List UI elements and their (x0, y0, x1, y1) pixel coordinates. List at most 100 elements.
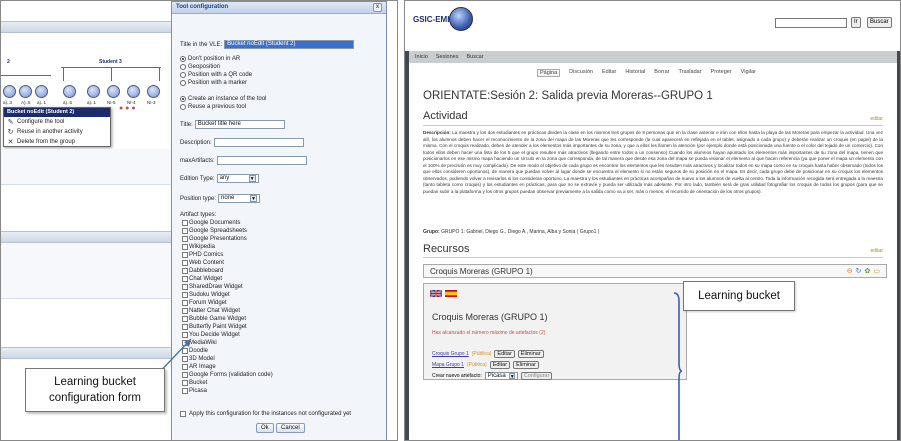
radio-button[interactable] (180, 64, 186, 70)
edition-type-select[interactable]: any ▼ (216, 174, 259, 183)
edit-button[interactable]: Editar (489, 361, 511, 369)
go-button[interactable]: Ir (851, 17, 861, 28)
artifact-type-label: Bubble Game Widget (189, 316, 247, 322)
tab-pagina[interactable]: Página (537, 69, 561, 77)
tab-borrar[interactable]: Borrar (654, 69, 669, 77)
cancel-button[interactable]: Cancel (276, 423, 305, 433)
ar-option-row[interactable]: Position with a QR code (180, 72, 252, 78)
student-node[interactable] (19, 85, 32, 98)
apply-config-row[interactable]: Apply this configuration for the instanc… (180, 411, 380, 417)
radio-button[interactable] (180, 96, 186, 102)
edit-link[interactable]: editar (870, 116, 883, 122)
student-node[interactable] (127, 85, 140, 98)
radio-button[interactable] (180, 80, 186, 86)
close-icon[interactable]: x (373, 3, 382, 12)
student-node[interactable] (147, 85, 160, 98)
radio-button[interactable] (180, 104, 186, 110)
artifact-type-option[interactable]: Sudoku Widget (182, 291, 230, 299)
radio-button[interactable] (180, 56, 186, 62)
refresh-icon[interactable]: ↻ (856, 267, 862, 275)
context-menu-configure[interactable]: ✎ Configure the tool (4, 117, 110, 127)
ar-option-row[interactable]: Geoposition (180, 64, 220, 70)
nav-item-sesiones[interactable]: Sesiones (436, 54, 459, 60)
uk-flag-icon[interactable] (430, 290, 442, 297)
edit-button[interactable]: Editar (494, 350, 515, 358)
tab-discusion[interactable]: Discusión (569, 69, 593, 77)
artifact-type-option[interactable]: Google Documents (182, 219, 240, 227)
nav-item-inicio[interactable]: Inicio (415, 54, 428, 60)
checkbox[interactable] (182, 292, 188, 298)
ar-option-row[interactable]: Position with a marker (180, 80, 247, 86)
tree-connector (63, 67, 64, 81)
checkbox[interactable] (182, 276, 188, 282)
instance-option-row[interactable]: Create an instance of the tool (180, 96, 266, 102)
title-input[interactable]: Bucket title here (194, 120, 285, 129)
search-input[interactable] (775, 18, 847, 28)
delete-button[interactable]: Eliminar (517, 350, 544, 358)
artifact-link[interactable]: Mapa Grupo 1 (432, 362, 464, 368)
context-menu-reuse[interactable]: ↻ Reuse in another activity (4, 127, 110, 137)
student-node[interactable] (107, 85, 120, 98)
student-node[interactable] (87, 85, 100, 98)
maxartifacts-input[interactable] (216, 156, 307, 165)
student-node[interactable] (63, 85, 76, 98)
student-node[interactable] (35, 85, 48, 98)
checkbox[interactable] (182, 388, 188, 394)
artifact-type-label: Butterfly Paint Widget (189, 324, 247, 330)
tab-editar[interactable]: Editar (602, 69, 616, 77)
artifact-type-option[interactable]: Natter Chat Widget (182, 307, 240, 315)
tab-proteger[interactable]: Proteger (711, 69, 732, 77)
artifact-type-option[interactable]: Butterfly Paint Widget (182, 323, 247, 331)
context-menu-delete[interactable]: ✕ Delete from the group (4, 137, 110, 147)
artifact-link[interactable]: Croquis Grupo 1 (432, 351, 469, 357)
checkbox[interactable] (182, 244, 188, 250)
checkbox[interactable] (180, 411, 186, 417)
node-label: a)..1 (87, 100, 97, 105)
radio-button[interactable] (180, 72, 186, 78)
tab-vigilar[interactable]: Vigilar (741, 69, 756, 77)
search-button[interactable]: Buscar (867, 17, 892, 28)
instance-option-row[interactable]: Reuse a previous tool (180, 104, 246, 110)
artifact-type-option[interactable]: Bubble Game Widget (182, 315, 246, 323)
checkbox[interactable] (182, 308, 188, 314)
checkbox[interactable] (182, 228, 188, 234)
configure-button[interactable]: Configurar (520, 372, 553, 380)
folder-icon[interactable]: ▭ (873, 267, 880, 275)
settings-icon[interactable]: ✿ (865, 267, 871, 275)
edit-link[interactable]: editar (870, 248, 883, 254)
vle-title-input[interactable]: Bucket noEdit (Student 2) (224, 40, 355, 49)
checkbox[interactable] (182, 220, 188, 226)
checkbox[interactable] (182, 252, 188, 258)
minimize-icon[interactable]: ⊖ (847, 267, 853, 275)
position-type-select[interactable]: none ▼ (218, 194, 261, 203)
tab-trasladar[interactable]: Trasladar (679, 69, 702, 77)
tab-historial[interactable]: Historial (625, 69, 645, 77)
node-label: A)..5 (21, 100, 31, 105)
checkbox[interactable] (182, 316, 188, 322)
student-node[interactable] (3, 85, 16, 98)
checkbox[interactable] (182, 236, 188, 242)
checkbox[interactable] (182, 260, 188, 266)
delete-button[interactable]: Eliminar (513, 361, 539, 369)
checkbox[interactable] (182, 268, 188, 274)
artifact-type-option[interactable]: Wikipedia (182, 243, 215, 251)
artifact-type-option[interactable]: Web Content (182, 259, 224, 267)
artifact-type-option[interactable]: Dabbleboard (182, 267, 223, 275)
ok-button[interactable]: Ok (256, 423, 274, 433)
artifact-type-option[interactable]: Google Spreadsheets (182, 227, 247, 235)
artifact-type-option[interactable]: Google Presentations (182, 235, 247, 243)
checkbox[interactable] (182, 284, 188, 290)
description-input[interactable] (213, 138, 304, 147)
nav-item-buscar[interactable]: Buscar (466, 54, 483, 60)
artifact-type-option[interactable]: Picasa (182, 387, 207, 395)
artifact-type-option[interactable]: Chat Widget (182, 275, 222, 283)
artifact-type-option[interactable]: PHD Comics (182, 251, 223, 259)
ar-option-row[interactable]: Don't position in AR (180, 56, 240, 62)
checkbox[interactable] (182, 324, 188, 330)
checkbox[interactable] (182, 300, 188, 306)
artifact-type-select[interactable]: Picasa ▼ (484, 372, 518, 380)
wiki-nav: Inicio Sesiones Buscar (409, 51, 897, 63)
spain-flag-icon[interactable] (445, 290, 457, 297)
artifact-type-option[interactable]: Forum Widget (182, 299, 227, 307)
artifact-type-option[interactable]: SharedDraw Widget (182, 283, 243, 291)
